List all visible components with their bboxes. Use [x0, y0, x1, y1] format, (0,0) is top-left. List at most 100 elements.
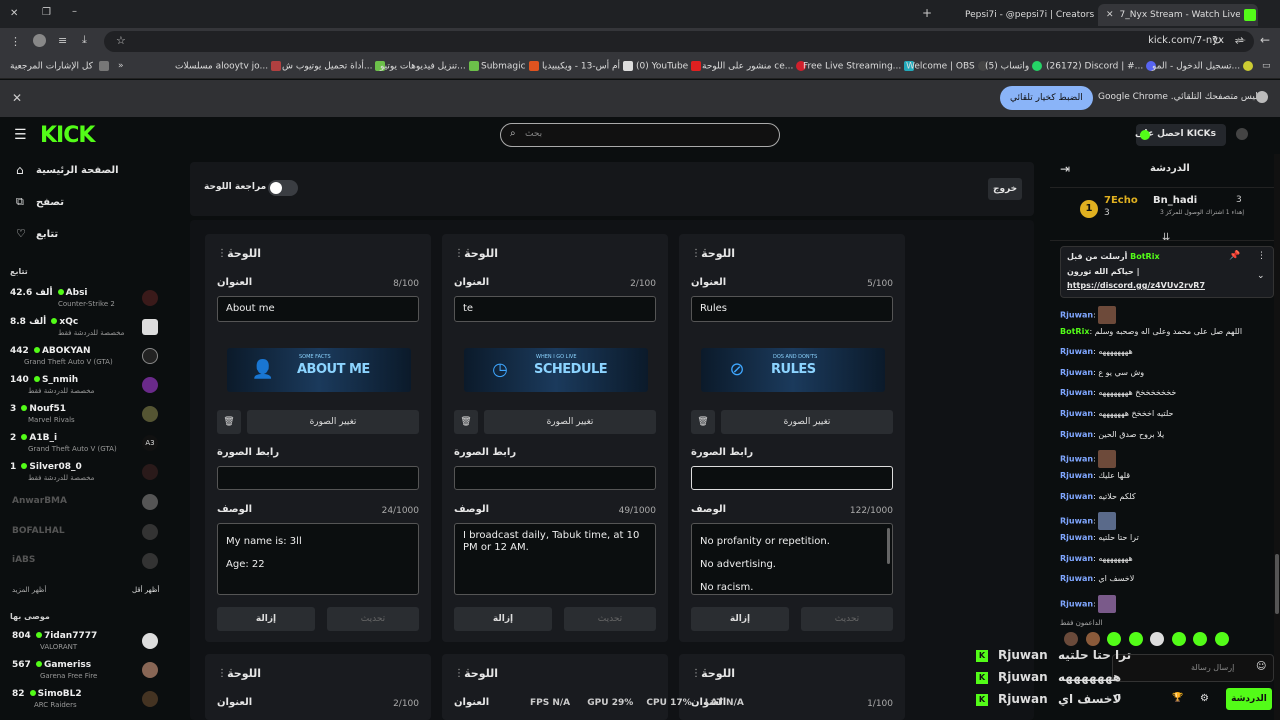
tab-7nyx[interactable]: ✕ 7_Nyx Stream - Watch Live on K: [1098, 4, 1258, 26]
bookmark-login[interactable]: تسجيل الدخول - المو...: [1152, 61, 1254, 72]
more-bookmarks-icon[interactable]: »: [118, 61, 124, 71]
update-button[interactable]: تحديث: [801, 607, 893, 631]
bookmark-whatsapp[interactable]: (5) واتساب: [985, 61, 1043, 72]
bookmark-youtube[interactable]: (0) YouTube: [636, 61, 702, 72]
following-item[interactable]: 2 A1B_i Grand Theft Auto V (GTA) A3: [0, 433, 170, 453]
emote-icon[interactable]: [1193, 632, 1207, 646]
send-chat-button[interactable]: الدردشة: [1226, 688, 1272, 710]
points-icon[interactable]: 🏆: [1172, 693, 1183, 703]
title-input[interactable]: About me: [217, 296, 419, 322]
bookmark-submagic[interactable]: Submagic: [481, 61, 539, 72]
following-item[interactable]: 8.8 ألف xQc مخصصة للدردشة فقط: [0, 317, 170, 337]
chat-username[interactable]: Rjuwan: [1060, 492, 1093, 501]
emote-icon[interactable]: [1107, 632, 1121, 646]
emote-icon[interactable]: [1064, 632, 1078, 646]
restore-window-icon[interactable]: ❐: [42, 7, 51, 18]
emote-icon[interactable]: [1214, 632, 1229, 646]
following-item[interactable]: 442 ABOKYAN Grand Theft Auto V (GTA): [0, 346, 170, 366]
recommended-item[interactable]: 567 Gameriss Garena Free Fire: [0, 660, 170, 680]
chat-username[interactable]: Rjuwan: [1060, 517, 1093, 526]
image-link-input[interactable]: [217, 466, 419, 490]
update-button[interactable]: تحديث: [564, 607, 656, 631]
kick-logo[interactable]: KICK: [40, 123, 95, 148]
bookmark-star-icon[interactable]: ☆: [116, 34, 126, 47]
chat-username[interactable]: Rjuwan: [1060, 430, 1093, 439]
set-default-button[interactable]: الضبط كخيار تلقائي: [1000, 86, 1093, 110]
delete-image-icon[interactable]: 🗑: [691, 410, 715, 434]
bookmark-discord[interactable]: (26172) Discord | #...: [1046, 61, 1157, 72]
remove-button[interactable]: إزالة: [691, 607, 789, 631]
tab-pepsi7i[interactable]: Pepsi7i - @pepsi7i | Creators: [945, 4, 1095, 26]
chat-username[interactable]: Rjuwan: [1060, 368, 1093, 377]
pin-icon[interactable]: 📌: [1229, 251, 1240, 261]
extensions-icon[interactable]: ≡: [58, 34, 67, 47]
nav-browse[interactable]: ⧉ تصفح: [0, 194, 170, 216]
more-options-icon[interactable]: ⋮: [1257, 251, 1266, 261]
change-image-button[interactable]: تغيير الصورة: [484, 410, 656, 434]
following-item[interactable]: 1 Silver08_0 مخصصة للدردشة فقط: [0, 462, 170, 482]
exit-button[interactable]: خروج: [988, 178, 1023, 200]
chat-username[interactable]: Rjuwan: [1060, 533, 1093, 542]
chat-username[interactable]: BotRix: [1060, 327, 1089, 336]
pinned-link[interactable]: https://discord.gg/z4VUv2rvR7: [1067, 281, 1205, 290]
close-tab-icon[interactable]: ✕: [1106, 10, 1114, 20]
omnibox[interactable]: ☆ kick.com/7-nyx ⇌: [104, 31, 1254, 52]
remove-button[interactable]: إزالة: [217, 607, 315, 631]
title-input[interactable]: Rules: [691, 296, 893, 322]
following-item-offline[interactable]: BOFALHAL: [0, 524, 170, 544]
chat-username[interactable]: Rjuwan: [1060, 574, 1093, 583]
search-input[interactable]: ⌕ بحث: [500, 123, 780, 147]
scrollbar-thumb[interactable]: [1275, 554, 1279, 614]
get-kicks-button[interactable]: احصل على KICKs: [1135, 124, 1226, 146]
nav-home[interactable]: ⌂ الصفحة الرئيسية: [0, 162, 170, 184]
bookmark-obs[interactable]: Welcome | OBS: [906, 61, 988, 72]
emote-icon[interactable]: [1085, 632, 1100, 646]
chat-username[interactable]: Rjuwan: [1060, 471, 1093, 480]
collapse-chat-icon[interactable]: ⇥: [1060, 162, 1070, 176]
close-infobar-icon[interactable]: ✕: [12, 91, 22, 105]
show-less-link[interactable]: أظهر أقل: [132, 586, 159, 594]
user-avatar[interactable]: [1236, 128, 1248, 140]
menu-dots-icon[interactable]: ⋮: [10, 35, 21, 48]
title-input[interactable]: te: [454, 296, 656, 322]
change-image-button[interactable]: تغيير الصورة: [247, 410, 419, 434]
description-textarea[interactable]: My name is: 3ll Age: 22: [217, 523, 419, 595]
chat-username[interactable]: Rjuwan: [1060, 347, 1093, 356]
delete-image-icon[interactable]: 🗑: [454, 410, 478, 434]
chevron-down-icon[interactable]: ⌄: [1257, 271, 1265, 281]
hamburger-menu-icon[interactable]: ☰: [14, 127, 27, 143]
chat-input[interactable]: إرسال رسالة ☺: [1112, 654, 1274, 682]
bookmark-alooytv[interactable]: مسلسلات alooytv jo...: [175, 61, 282, 72]
recommended-item[interactable]: 82 SimoBL2 ARC Raiders: [0, 689, 170, 709]
settings-gear-icon[interactable]: ⚙: [1200, 693, 1209, 704]
image-link-input[interactable]: [691, 466, 893, 490]
bookmark-pinterest[interactable]: منشور على اللوحة ce...: [702, 61, 807, 72]
following-item[interactable]: 140 S_nmih مخصصة للدردشة فقط: [0, 375, 170, 395]
chat-username[interactable]: Rjuwan: [1060, 311, 1093, 320]
chat-username[interactable]: Rjuwan: [1060, 388, 1093, 397]
following-item[interactable]: 42.6 ألف Absi Counter-Strike 2: [0, 288, 170, 308]
chat-username[interactable]: Rjuwan: [1060, 409, 1093, 418]
bookmark-youtube-tool[interactable]: أداة تحميل يوتيوب ش...: [282, 61, 386, 72]
description-textarea[interactable]: I broadcast daily, Tabuk time, at 10 PM …: [454, 523, 656, 595]
new-tab-icon[interactable]: +: [922, 6, 932, 20]
show-more-link[interactable]: أظهر المزيد: [12, 586, 46, 594]
change-image-button[interactable]: تغيير الصورة: [721, 410, 893, 434]
expand-leaderboard-icon[interactable]: ⇊: [1162, 232, 1170, 243]
review-toggle[interactable]: [268, 180, 298, 196]
recommended-item[interactable]: 804 7idan7777 VALORANT: [0, 631, 170, 651]
bookmark-download-videos[interactable]: تنزيل فيديوهات يوتيو...: [380, 61, 479, 72]
image-link-input[interactable]: [454, 466, 656, 490]
bookmark-wikipedia[interactable]: أم أس-13 - ويكيبيديا: [542, 61, 634, 72]
profile-avatar[interactable]: [33, 34, 46, 47]
chat-username[interactable]: Rjuwan: [1060, 600, 1093, 609]
page-scrollbar[interactable]: [1274, 154, 1280, 720]
forward-icon[interactable]: ←: [1236, 33, 1246, 47]
following-item-offline[interactable]: AnwarBMA: [0, 494, 170, 514]
close-window-icon[interactable]: ✕: [10, 8, 18, 19]
nav-following[interactable]: ♡ تتابع: [0, 226, 170, 248]
description-textarea[interactable]: No profanity or repetition. No advertisi…: [691, 523, 893, 595]
chat-username[interactable]: Rjuwan: [1060, 554, 1093, 563]
delete-image-icon[interactable]: 🗑: [217, 410, 241, 434]
minimize-window-icon[interactable]: –: [72, 6, 77, 17]
